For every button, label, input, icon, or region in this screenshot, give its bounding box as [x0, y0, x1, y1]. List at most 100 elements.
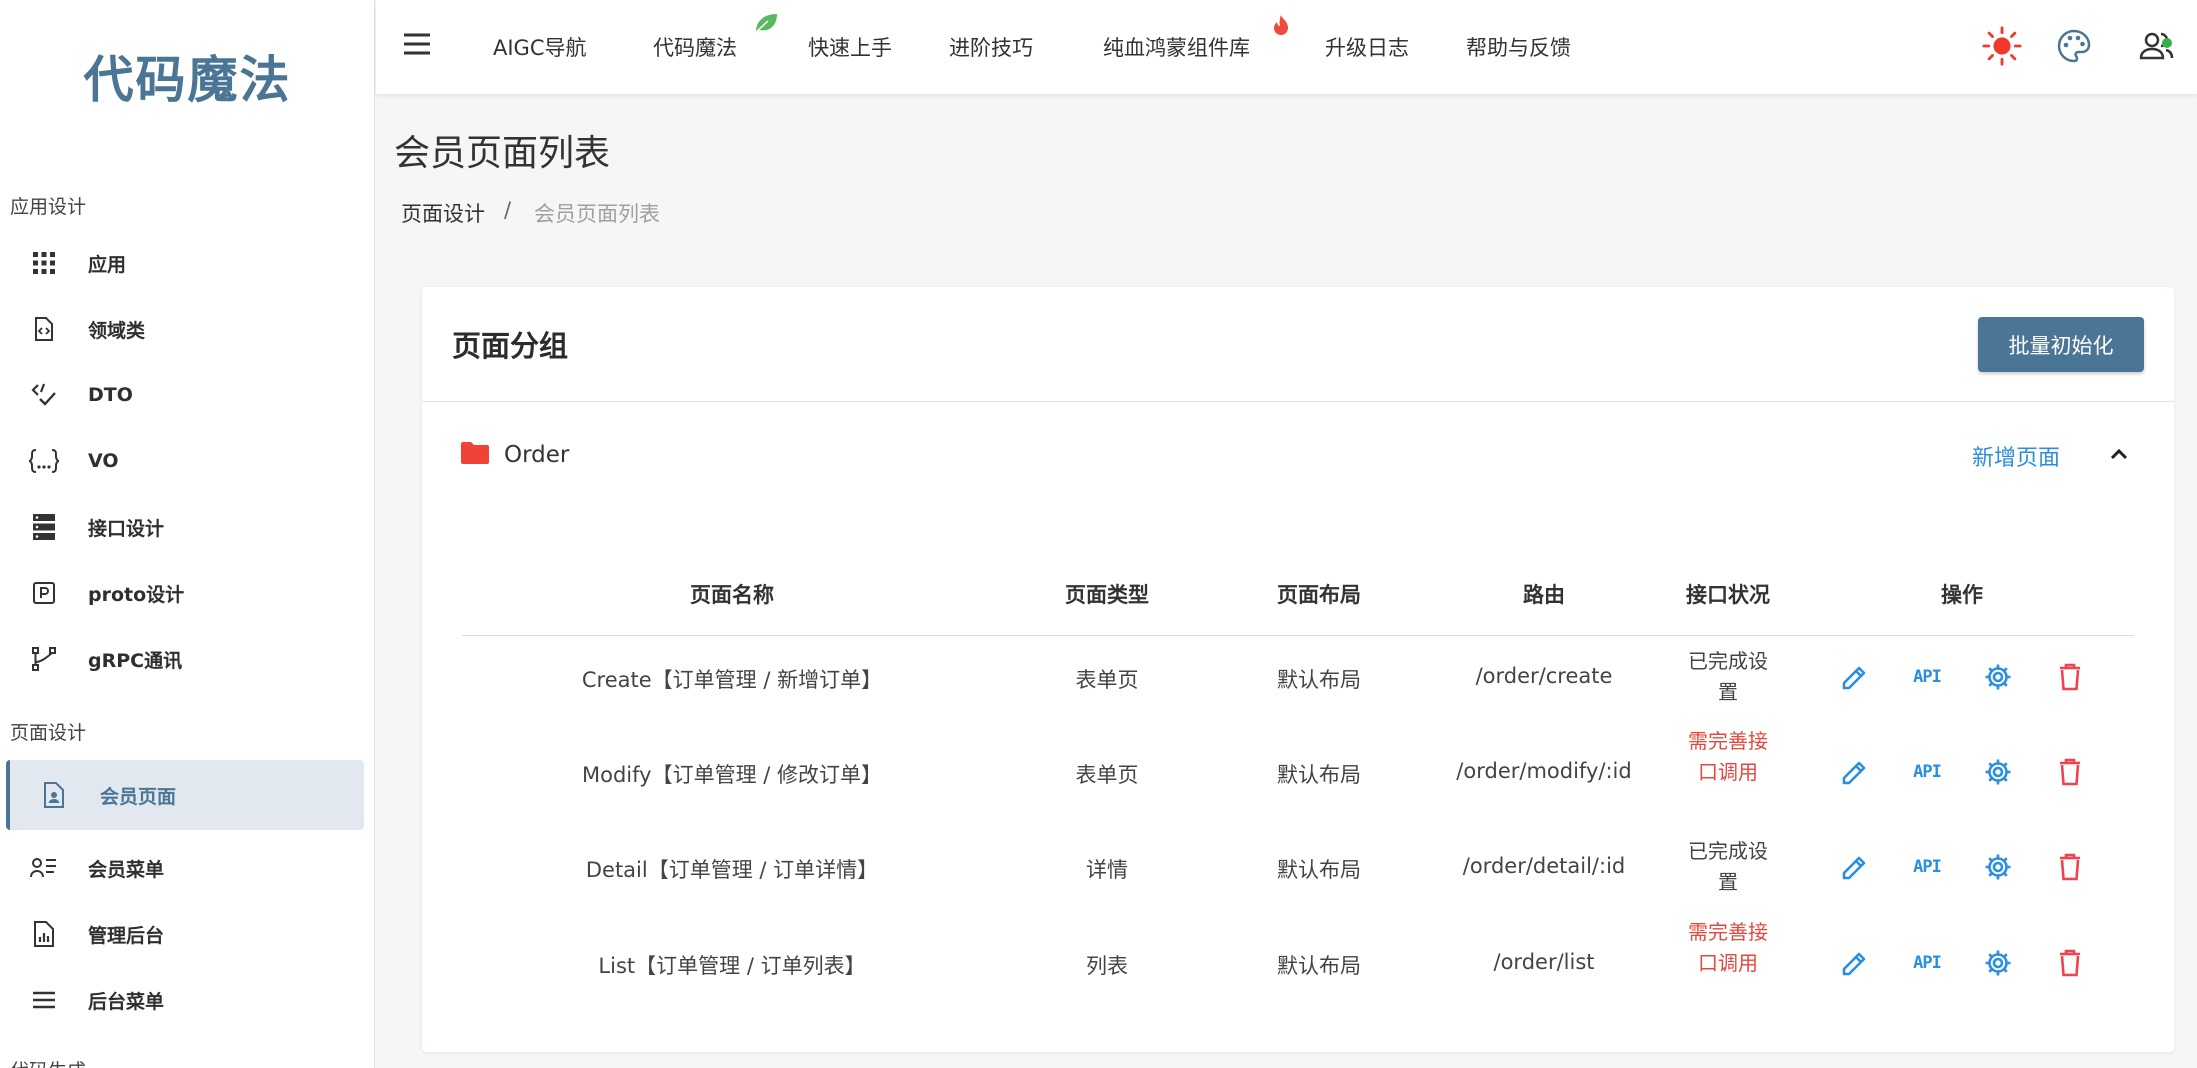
member-file-icon	[38, 779, 70, 811]
settings-icon[interactable]	[1981, 755, 2015, 789]
palette-icon[interactable]	[2054, 26, 2094, 66]
group-header[interactable]: Order	[460, 440, 569, 470]
column-header-type: 页面类型	[1065, 583, 1149, 607]
delete-icon[interactable]	[2053, 946, 2087, 980]
sidebar-item-label: 后台菜单	[88, 990, 165, 1013]
api-icon[interactable]: API	[1910, 755, 1944, 789]
topnav-harmony-components[interactable]: 纯血鸿蒙组件库	[1103, 0, 1250, 94]
app-logo[interactable]: 代码魔法	[0, 40, 374, 112]
online-status-dot	[2162, 38, 2172, 48]
cell-route: /order/modify/:id	[1456, 759, 1632, 783]
batch-init-button[interactable]: 批量初始化	[1978, 317, 2144, 372]
proto-icon	[28, 577, 60, 609]
cell-page-type: 表单页	[1075, 763, 1139, 787]
sidebar-section-page-design: 页面设计	[10, 722, 87, 744]
cell-page-type: 表单页	[1075, 668, 1139, 692]
column-header-layout: 页面布局	[1277, 583, 1361, 607]
sidebar-item-admin[interactable]: 管理后台	[6, 899, 364, 969]
cell-page-layout: 默认布局	[1277, 858, 1361, 882]
server-icon	[28, 511, 60, 543]
cell-api-status: 需完善接口调用	[1688, 919, 1768, 975]
menu-icon	[28, 984, 60, 1016]
column-header-actions: 操作	[1941, 583, 1983, 607]
breadcrumb-current: 会员页面列表	[534, 202, 660, 226]
braces-icon	[28, 445, 60, 477]
cell-page-type: 列表	[1086, 954, 1128, 978]
grid-icon	[28, 247, 60, 279]
edit-icon[interactable]	[1838, 946, 1872, 980]
api-icon[interactable]: API	[1910, 850, 1944, 884]
code-file-icon	[28, 313, 60, 345]
folder-icon	[460, 440, 490, 470]
card-divider	[422, 401, 2174, 402]
cell-page-name: Modify【订单管理 / 修改订单】	[581, 763, 883, 787]
sidebar-item-member-menu[interactable]: 会员菜单	[6, 833, 364, 903]
branch-icon	[28, 643, 60, 675]
api-icon[interactable]: API	[1910, 660, 1944, 694]
topnav-changelog[interactable]: 升级日志	[1325, 0, 1409, 94]
api-icon-label: API	[1913, 953, 1942, 973]
edit-icon[interactable]	[1838, 660, 1872, 694]
sidebar-item-vo[interactable]: VO	[6, 426, 364, 496]
member-list-icon	[28, 852, 60, 884]
api-icon[interactable]: API	[1910, 946, 1944, 980]
sidebar-section-codegen: 代码生成	[10, 1056, 86, 1068]
api-icon-label: API	[1913, 857, 1942, 877]
sidebar-item-label: proto设计	[88, 583, 185, 606]
sidebar-section-app-design: 应用设计	[10, 196, 87, 218]
sun-icon[interactable]	[1982, 26, 2022, 66]
sidebar-item-label: 管理后台	[88, 924, 165, 947]
cell-page-layout: 默认布局	[1277, 763, 1361, 787]
page-group-card: 页面分组 批量初始化 Order 新增页面 页面名称 页面类型 页面布局 路由 …	[422, 287, 2174, 1052]
leaf-icon	[753, 12, 779, 38]
column-header-route: 路由	[1523, 583, 1565, 607]
topnav-code-magic[interactable]: 代码魔法	[653, 0, 737, 94]
topnav-help[interactable]: 帮助与反馈	[1466, 0, 1571, 94]
sidebar-item-label: 领域类	[88, 319, 146, 342]
cell-api-status: 已完成设置	[1688, 649, 1768, 704]
chart-file-icon	[28, 918, 60, 950]
cell-page-layout: 默认布局	[1277, 668, 1361, 692]
delete-icon[interactable]	[2053, 755, 2087, 789]
api-icon-label: API	[1913, 762, 1942, 782]
breadcrumb-parent[interactable]: 页面设计	[401, 198, 485, 228]
hamburger-menu-icon[interactable]	[402, 32, 432, 58]
column-header-api-status: 接口状况	[1686, 583, 1770, 607]
sidebar-item-grpc[interactable]: gRPC通讯	[6, 624, 364, 694]
sidebar-item-label: 会员页面	[100, 785, 177, 808]
delete-icon[interactable]	[2053, 850, 2087, 884]
top-bar: AIGC导航 代码魔法 快速上手 进阶技巧 纯血鸿蒙组件库 升级日志 帮助与反馈	[376, 0, 2197, 94]
topnav-advanced[interactable]: 进阶技巧	[949, 0, 1033, 94]
table-header-divider	[462, 635, 2134, 636]
cell-api-status: 已完成设置	[1688, 839, 1768, 894]
sidebar-item-dto[interactable]: DTO	[6, 360, 364, 430]
cell-page-type: 详情	[1086, 858, 1128, 882]
edit-icon[interactable]	[1838, 850, 1872, 884]
page-title: 会员页面列表	[394, 133, 611, 174]
sidebar-item-domain[interactable]: 领域类	[6, 294, 364, 364]
cell-page-layout: 默认布局	[1277, 954, 1361, 978]
topnav-quick-start[interactable]: 快速上手	[808, 0, 892, 94]
code-check-icon	[28, 379, 60, 411]
sidebar-item-member-pages[interactable]: 会员页面	[6, 760, 364, 830]
settings-icon[interactable]	[1981, 660, 2015, 694]
sidebar-item-admin-menu[interactable]: 后台菜单	[6, 965, 364, 1035]
sidebar-item-proto[interactable]: proto设计	[6, 558, 364, 628]
cell-page-name: Create【订单管理 / 新增订单】	[581, 668, 883, 692]
sidebar-item-label: DTO	[88, 384, 133, 406]
group-name: Order	[504, 442, 570, 468]
cell-page-name: List【订单管理 / 订单列表】	[598, 954, 866, 978]
sidebar-item-api-design[interactable]: 接口设计	[6, 492, 364, 562]
add-page-link[interactable]: 新增页面	[1972, 440, 2060, 472]
card-title: 页面分组	[452, 329, 569, 363]
topnav-aigc[interactable]: AIGC导航	[493, 0, 587, 94]
cell-route: /order/create	[1475, 664, 1613, 688]
settings-icon[interactable]	[1981, 946, 2015, 980]
sidebar-item-apps[interactable]: 应用	[6, 228, 364, 298]
cell-page-name: Detail【订单管理 / 订单详情】	[585, 858, 879, 882]
api-icon-label: API	[1913, 667, 1942, 687]
settings-icon[interactable]	[1981, 850, 2015, 884]
delete-icon[interactable]	[2053, 660, 2087, 694]
edit-icon[interactable]	[1838, 755, 1872, 789]
chevron-up-icon[interactable]	[2104, 439, 2134, 469]
